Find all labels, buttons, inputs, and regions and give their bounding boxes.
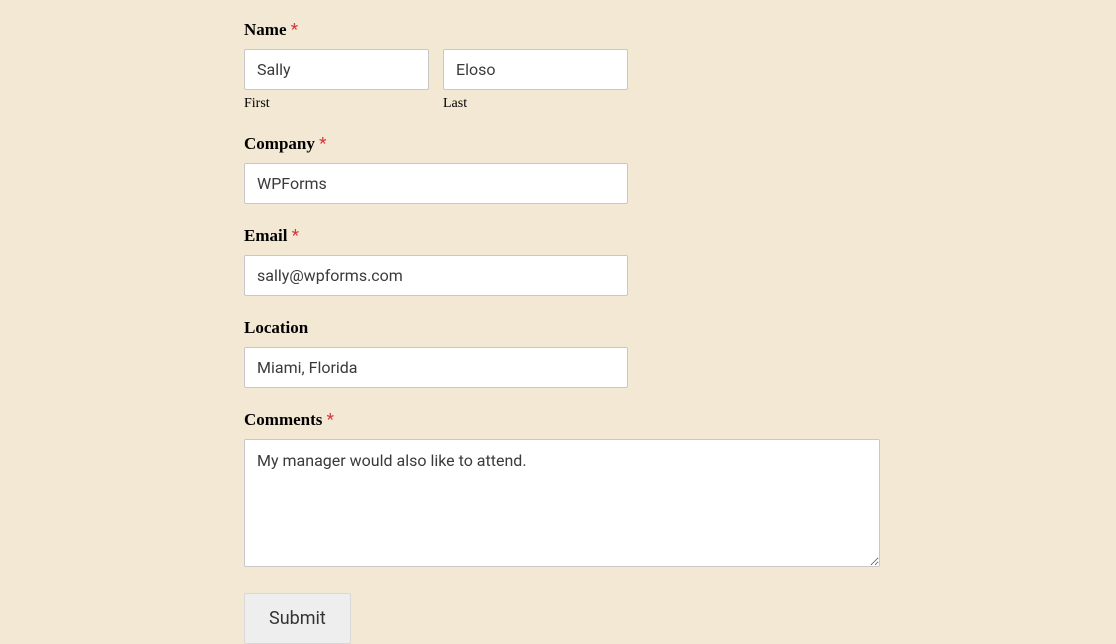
name-row: First Last: [244, 49, 1116, 112]
email-label: Email *: [244, 226, 1116, 246]
required-marker: *: [319, 134, 326, 154]
email-field-group: Email *: [244, 226, 1116, 296]
first-name-sublabel: First: [244, 96, 429, 112]
required-marker: *: [292, 226, 299, 246]
name-label: Name *: [244, 20, 1116, 40]
comments-label: Comments *: [244, 410, 1116, 430]
name-label-text: Name: [244, 20, 286, 39]
first-name-col: First: [244, 49, 429, 112]
comments-textarea[interactable]: [244, 439, 880, 567]
location-field-group: Location: [244, 318, 1116, 388]
last-name-sublabel: Last: [443, 96, 628, 112]
company-label-text: Company: [244, 134, 315, 153]
company-field-group: Company *: [244, 134, 1116, 204]
last-name-input[interactable]: [443, 49, 628, 90]
name-field-group: Name * First Last: [244, 20, 1116, 112]
location-label: Location: [244, 318, 1116, 338]
comments-field-group: Comments *: [244, 410, 1116, 571]
submit-button[interactable]: Submit: [244, 593, 351, 644]
company-input[interactable]: [244, 163, 628, 204]
comments-label-text: Comments: [244, 410, 322, 429]
required-marker: *: [291, 20, 298, 40]
email-input[interactable]: [244, 255, 628, 296]
location-label-text: Location: [244, 318, 308, 337]
required-marker: *: [327, 410, 334, 430]
email-label-text: Email: [244, 226, 287, 245]
first-name-input[interactable]: [244, 49, 429, 90]
location-input[interactable]: [244, 347, 628, 388]
registration-form: Name * First Last Company * Email *: [244, 20, 1116, 644]
company-label: Company *: [244, 134, 1116, 154]
last-name-col: Last: [443, 49, 628, 112]
